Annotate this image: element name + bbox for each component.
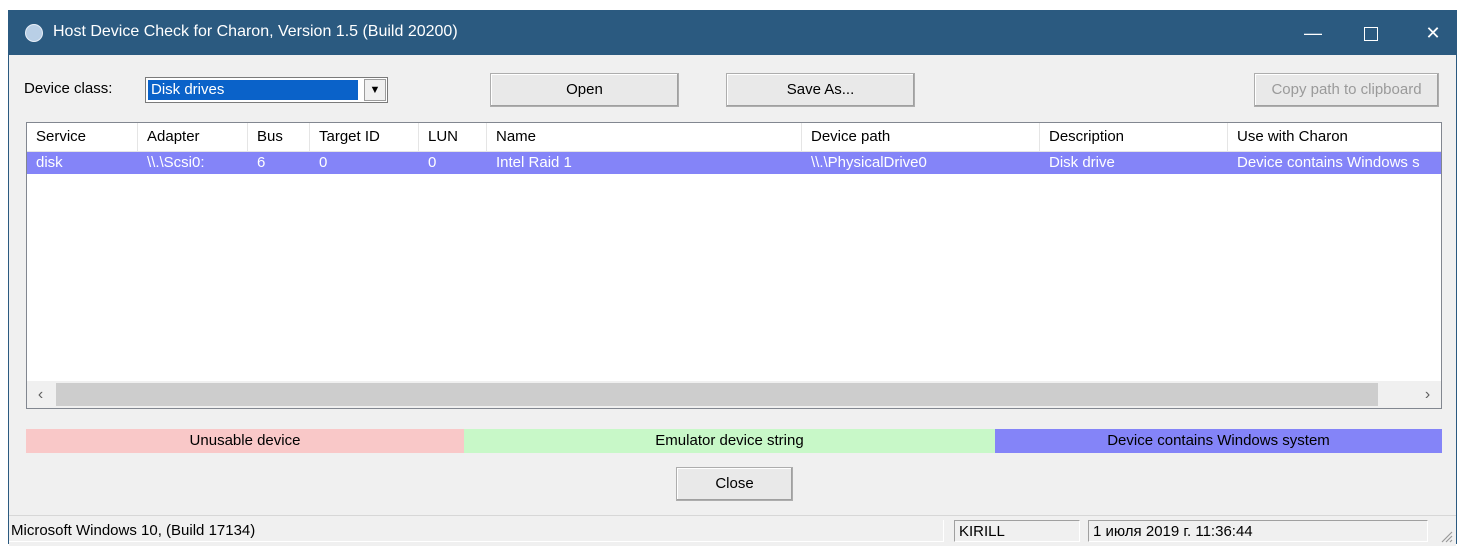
column-header-bus[interactable]: Bus: [248, 123, 310, 151]
maximize-icon: [1364, 27, 1378, 42]
column-header-use-with-charon[interactable]: Use with Charon: [1228, 123, 1441, 151]
column-header-target-id[interactable]: Target ID: [310, 123, 419, 151]
close-window-button[interactable]: ✕: [1410, 11, 1456, 55]
minimize-button[interactable]: —: [1290, 11, 1336, 55]
cell-use-with-charon: Device contains Windows s: [1237, 154, 1420, 171]
cell-lun: 0: [428, 154, 437, 171]
cell-adapter: \\.\Scsi0:: [147, 154, 205, 171]
resize-grip-icon[interactable]: [1438, 528, 1454, 544]
open-button[interactable]: Open: [490, 73, 679, 107]
window-title: Host Device Check for Charon, Version 1.…: [53, 23, 458, 40]
column-header-adapter[interactable]: Adapter: [138, 123, 248, 151]
table-row[interactable]: disk \\.\Scsi0: 6 0 0 Intel Raid 1 \\.\P…: [27, 152, 1441, 174]
legend-emulator-device-string: Emulator device string: [464, 429, 995, 453]
scroll-right-icon[interactable]: ›: [1414, 381, 1441, 408]
column-header-lun[interactable]: LUN: [419, 123, 487, 151]
status-bar: Microsoft Windows 10, (Build 17134) KIRI…: [9, 515, 1456, 546]
list-header: Service Adapter Bus Target ID LUN Name D…: [27, 123, 1441, 152]
copy-path-button[interactable]: Copy path to clipboard: [1254, 73, 1439, 107]
main-window: Host Device Check for Charon, Version 1.…: [8, 10, 1457, 546]
legend-unusable-device: Unusable device: [26, 429, 464, 453]
device-class-value: Disk drives: [148, 80, 358, 100]
column-header-device-path[interactable]: Device path: [802, 123, 1040, 151]
column-header-service[interactable]: Service: [27, 123, 138, 151]
maximize-button[interactable]: [1348, 11, 1394, 55]
device-class-dropdown[interactable]: Disk drives ▼: [145, 77, 388, 103]
cell-service: disk: [36, 154, 63, 171]
scrollbar-thumb[interactable]: [56, 383, 1378, 406]
title-bar[interactable]: Host Device Check for Charon, Version 1.…: [9, 11, 1456, 55]
cell-bus: 6: [257, 154, 266, 171]
column-header-name[interactable]: Name: [487, 123, 802, 151]
device-list[interactable]: Service Adapter Bus Target ID LUN Name D…: [26, 122, 1442, 409]
app-icon: [25, 24, 43, 42]
scroll-left-icon[interactable]: ‹: [27, 381, 54, 408]
cell-device-path: \\.\PhysicalDrive0: [811, 154, 927, 171]
cell-target-id: 0: [319, 154, 328, 171]
status-datetime: 1 июля 2019 г. 11:36:44: [1088, 520, 1428, 542]
save-as-button[interactable]: Save As...: [726, 73, 915, 107]
status-host-name: KIRILL: [954, 520, 1080, 542]
status-os-version: Microsoft Windows 10, (Build 17134): [9, 520, 944, 542]
cell-description: Disk drive: [1049, 154, 1115, 171]
column-header-description[interactable]: Description: [1040, 123, 1228, 151]
chevron-down-icon[interactable]: ▼: [364, 79, 386, 101]
cell-name: Intel Raid 1: [496, 154, 572, 171]
resize-grip-graphic: [1441, 531, 1453, 543]
legend-windows-system: Device contains Windows system: [995, 429, 1442, 453]
device-class-label: Device class:: [24, 80, 113, 97]
close-button[interactable]: Close: [676, 467, 793, 501]
horizontal-scrollbar[interactable]: ‹ ›: [27, 381, 1441, 408]
